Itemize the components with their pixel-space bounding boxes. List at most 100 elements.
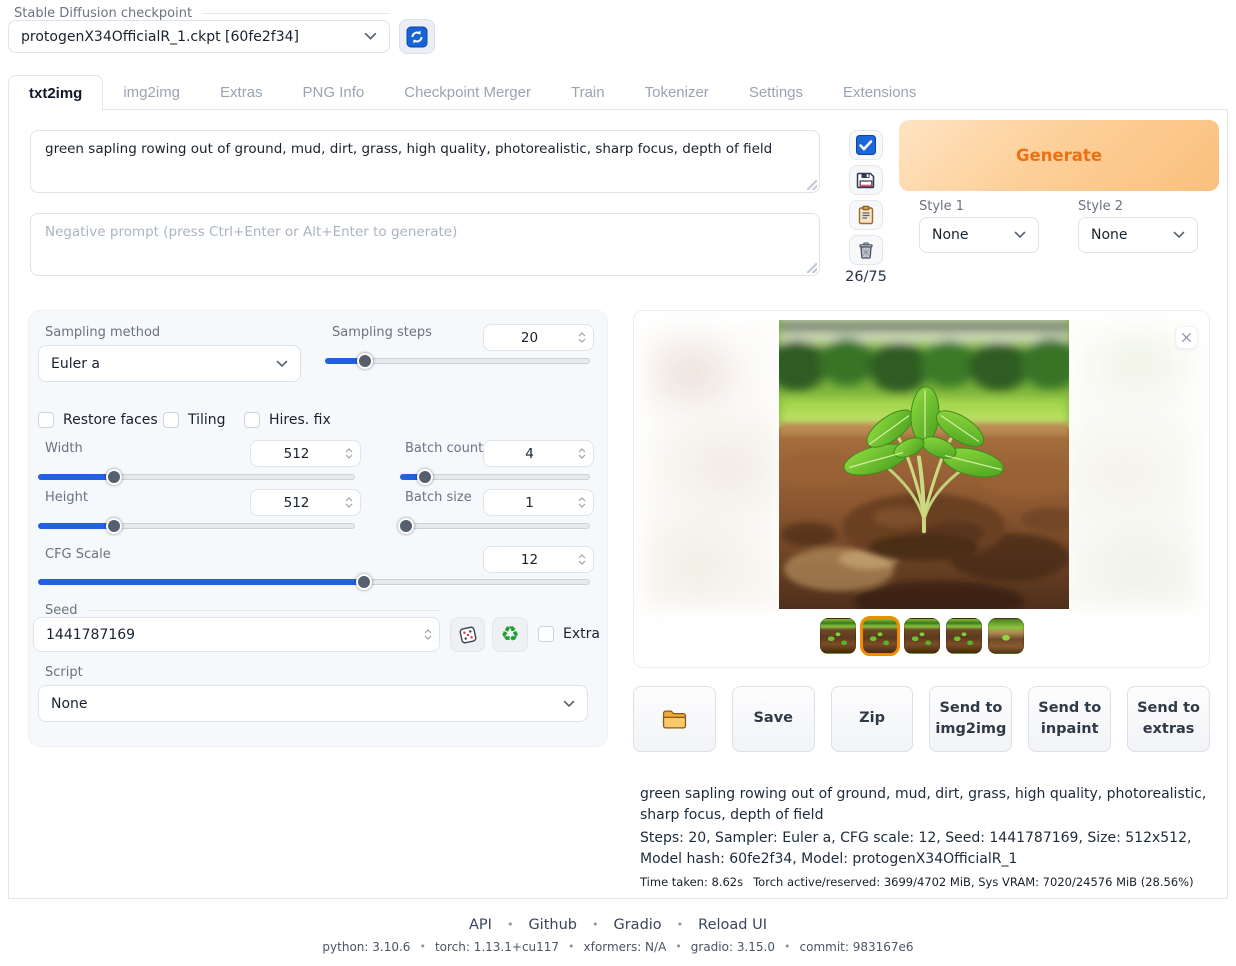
tab-extras[interactable]: Extras (200, 75, 283, 110)
restore-faces-checkbox[interactable]: Restore faces (38, 412, 158, 428)
stepper-arrows[interactable] (575, 332, 593, 343)
info-meta: Time taken: 8.62sTorch active/reserved: … (640, 874, 1212, 891)
tab-txt2img[interactable]: txt2img (8, 75, 103, 111)
thumbnail-5[interactable] (988, 618, 1024, 654)
apply-style-button[interactable] (849, 200, 883, 230)
extra-seed-checkbox[interactable]: Extra (538, 626, 600, 642)
generated-image[interactable] (779, 320, 1069, 609)
height-slider[interactable] (38, 518, 355, 534)
batch-count-input[interactable]: 4 (483, 440, 594, 467)
version-info: python: 3.10.6•torch: 1.13.1+cu117•xform… (0, 940, 1236, 954)
thumbnail-3[interactable] (904, 618, 940, 654)
style2-dropdown[interactable]: None (1078, 217, 1198, 253)
script-dropdown[interactable]: None (38, 685, 588, 722)
tab-tokenizer[interactable]: Tokenizer (625, 75, 729, 110)
footer: API•Github•Gradio•Reload UI python: 3.10… (0, 917, 1236, 954)
stepper-arrows[interactable] (342, 448, 360, 459)
zip-button[interactable]: Zip (831, 686, 914, 752)
height-input[interactable]: 512 (250, 489, 361, 516)
seed-input[interactable]: 1441787169 (33, 617, 440, 652)
batch-count-slider[interactable] (400, 469, 590, 485)
width-slider[interactable] (38, 469, 355, 485)
prompt-wrap: green sapling rowing out of ground, mud,… (30, 130, 820, 193)
gallery-thumbnails (820, 618, 1024, 654)
style1-label: Style 1 (919, 199, 964, 214)
dice-icon (457, 624, 479, 646)
chevron-down-icon (1014, 231, 1026, 239)
batch-size-input[interactable]: 1 (483, 489, 594, 516)
paste-params-button[interactable] (849, 130, 883, 160)
width-input[interactable]: 512 (250, 440, 361, 467)
gallery-blur-left (644, 321, 780, 609)
sampling-steps-label: Sampling steps (332, 325, 432, 340)
sampling-method-label: Sampling method (45, 325, 160, 340)
thumbnail-2[interactable] (860, 616, 900, 656)
gallery-blur-right (1063, 321, 1199, 609)
blue-check-icon (856, 135, 876, 155)
footer-link-api[interactable]: API (469, 917, 492, 933)
tab-extensions[interactable]: Extensions (823, 75, 936, 110)
stepper-arrows[interactable] (575, 448, 593, 459)
footer-link-reload-ui[interactable]: Reload UI (698, 917, 767, 933)
seed-label: Seed (45, 603, 440, 618)
tab-train[interactable]: Train (551, 75, 625, 110)
generate-button[interactable]: Generate (899, 120, 1219, 191)
random-seed-button[interactable] (450, 617, 485, 652)
thumbnail-1[interactable] (820, 618, 856, 654)
chevron-down-icon (364, 32, 377, 41)
send-to-extras-button[interactable]: Send to extras (1127, 686, 1210, 752)
checkpoint-label: Stable Diffusion checkpoint (14, 6, 390, 21)
resize-handle[interactable] (807, 263, 817, 273)
stepper-arrows[interactable] (575, 497, 593, 508)
style1-dropdown[interactable]: None (919, 217, 1039, 253)
open-folder-button[interactable] (633, 686, 716, 752)
cfg-scale-slider[interactable] (38, 574, 590, 590)
reuse-seed-button[interactable]: ♻ (492, 617, 528, 652)
tab-png-info[interactable]: PNG Info (283, 75, 385, 110)
save-style-button[interactable] (849, 165, 883, 195)
vram-stats: Torch active/reserved: 3699/4702 MiB, Sy… (753, 875, 1193, 889)
tiling-checkbox[interactable]: Tiling (163, 412, 226, 428)
refresh-checkpoint-button[interactable] (399, 19, 435, 54)
checkpoint-value: protogenX34OfficialR_1.ckpt [60fe2f34] (21, 29, 299, 45)
stepper-arrows[interactable] (575, 554, 593, 565)
send-to-inpaint-button[interactable]: Send to inpaint (1028, 686, 1111, 752)
tab-checkpoint-merger[interactable]: Checkpoint Merger (384, 75, 551, 110)
info-prompt: green sapling rowing out of ground, mud,… (640, 784, 1212, 826)
stepper-arrows[interactable] (421, 629, 439, 640)
refresh-icon (406, 26, 428, 48)
send-to-img2img-button[interactable]: Send to img2img (929, 686, 1012, 752)
batch-count-label: Batch count (405, 441, 483, 456)
footer-link-gradio[interactable]: Gradio (613, 917, 661, 933)
close-gallery-button[interactable] (1175, 326, 1198, 349)
resize-handle[interactable] (807, 180, 817, 190)
image-actions: Save Zip Send to img2img Send to inpaint… (633, 686, 1210, 752)
sampling-steps-slider[interactable] (325, 353, 590, 369)
cfg-scale-input[interactable]: 12 (483, 546, 594, 573)
clear-prompt-button[interactable] (849, 235, 883, 265)
close-icon (1180, 331, 1193, 344)
generation-info: green sapling rowing out of ground, mud,… (640, 784, 1212, 891)
hires-fix-checkbox[interactable]: Hires. fix (244, 412, 331, 428)
style2-label: Style 2 (1078, 199, 1123, 214)
cfg-scale-label: CFG Scale (45, 547, 111, 562)
main-tabs: txt2img img2img Extras PNG Info Checkpoi… (8, 75, 936, 110)
tab-img2img[interactable]: img2img (103, 75, 200, 110)
sampling-method-dropdown[interactable]: Euler a (38, 345, 301, 382)
thumbnail-4[interactable] (946, 618, 982, 654)
chevron-down-icon (1173, 231, 1185, 239)
clipboard-icon (856, 205, 876, 225)
save-button[interactable]: Save (732, 686, 815, 752)
prompt-input[interactable]: green sapling rowing out of ground, mud,… (30, 130, 820, 193)
checkpoint-dropdown[interactable]: protogenX34OfficialR_1.ckpt [60fe2f34] (8, 20, 390, 53)
token-counter: 26/75 (843, 269, 889, 285)
footer-link-github[interactable]: Github (528, 917, 577, 933)
sampling-steps-input[interactable]: 20 (483, 324, 594, 351)
recycle-icon: ♻ (501, 624, 520, 645)
tab-settings[interactable]: Settings (729, 75, 823, 110)
batch-size-slider[interactable] (400, 518, 590, 534)
negative-prompt-input[interactable] (30, 213, 820, 276)
stepper-arrows[interactable] (342, 497, 360, 508)
script-label: Script (45, 665, 83, 680)
batch-size-label: Batch size (405, 490, 472, 505)
